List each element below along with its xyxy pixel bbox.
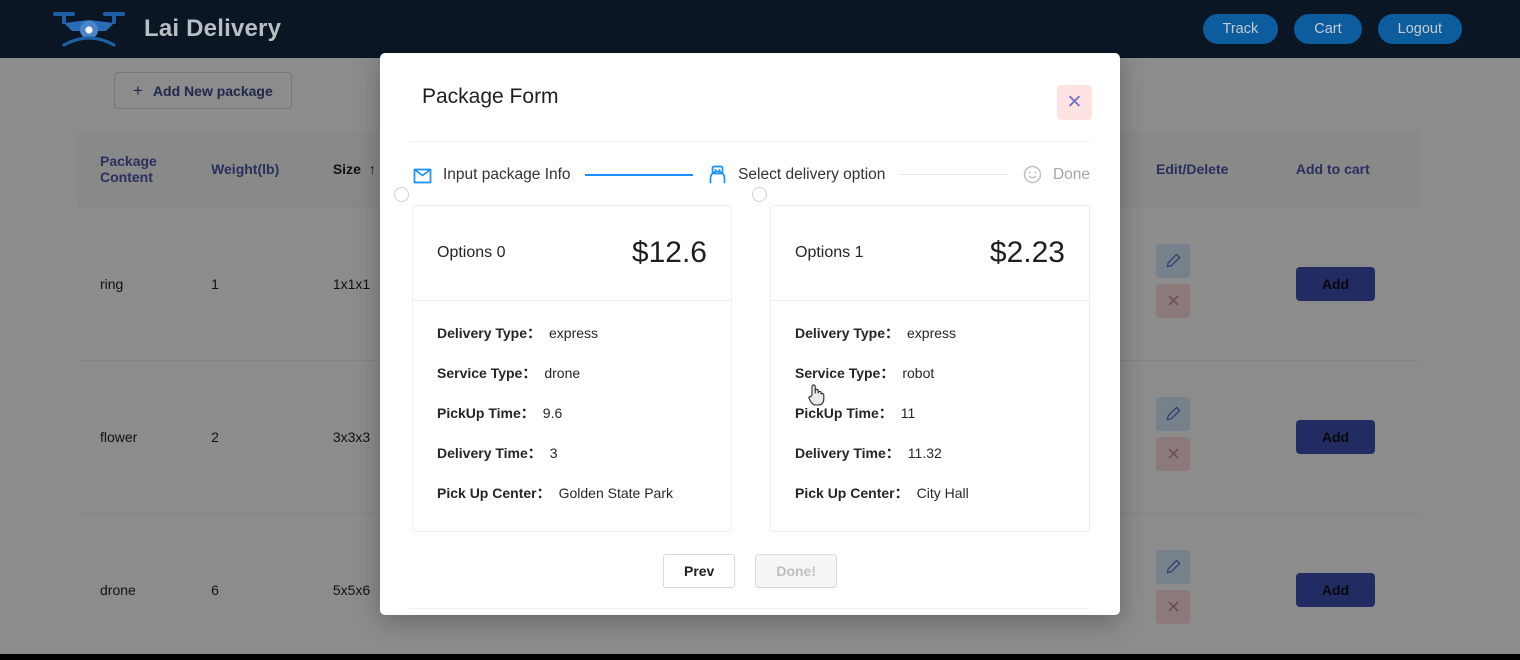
option-field-value: City Hall: [916, 485, 969, 501]
option-field: Service Type： robot: [795, 363, 1065, 383]
option-name: Options 0: [437, 244, 506, 261]
option-field-key: Service Type：: [437, 365, 537, 381]
option-field-value: drone: [544, 365, 581, 381]
option-radio-0[interactable]: [394, 187, 409, 202]
option-column: Options 1 $2.23 Delivery Type： express Servi…: [752, 187, 1090, 532]
inbox-icon: [412, 164, 433, 185]
modal-title: Package Form: [422, 85, 559, 108]
option-field-key: Delivery Time：: [795, 445, 900, 461]
modal-footer: Prev Done!: [380, 554, 1120, 588]
package-form-modal: Package Form ✕ Input package Info Select…: [380, 53, 1120, 615]
option-field-key: Pick Up Center：: [795, 485, 909, 501]
step-label-input: Input package Info: [443, 165, 571, 183]
option-field-key: Pick Up Center：: [437, 485, 551, 501]
option-field: Service Type： drone: [437, 363, 707, 383]
step-input-package-info[interactable]: Input package Info: [412, 164, 571, 185]
option-field-value: 11: [900, 405, 916, 421]
option-price: $12.6: [631, 236, 707, 269]
option-field-value: express: [549, 325, 599, 341]
option-field: Pick Up Center： City Hall: [795, 483, 1065, 503]
step-label-done: Done: [1052, 165, 1091, 183]
option-field-value: 3: [549, 445, 558, 461]
option-field-key: Delivery Type：: [795, 325, 900, 341]
option-field-value: Golden State Park: [558, 485, 673, 501]
option-field-key: PickUp Time：: [795, 405, 893, 421]
brand: Lai Delivery: [0, 7, 281, 51]
option-field-value: express: [907, 325, 957, 341]
cart-button[interactable]: Cart: [1294, 14, 1362, 44]
option-field-value: robot: [902, 365, 935, 381]
option-field-key: PickUp Time：: [437, 405, 535, 421]
logout-button[interactable]: Logout: [1377, 14, 1462, 44]
option-field: PickUp Time： 9.6: [437, 403, 707, 423]
navbar: Lai Delivery Track Cart Logout: [0, 0, 1520, 58]
option-field-value: 9.6: [542, 405, 563, 421]
option-card-body: Delivery Type： express Service Type： drone P…: [413, 301, 731, 531]
option-field: Pick Up Center： Golden State Park: [437, 483, 707, 503]
letterbox-bottom: [0, 654, 1520, 660]
option-name: Options 1: [795, 244, 864, 261]
delivery-options: Options 0 $12.6 Delivery Type： express Servi…: [380, 185, 1120, 532]
steps-progress: Input package Info Select delivery optio…: [380, 142, 1120, 185]
option-column: Options 0 $12.6 Delivery Type： express Servi…: [394, 187, 732, 532]
option-field-key: Service Type：: [795, 365, 895, 381]
done-button: Done!: [755, 554, 838, 588]
option-field: Delivery Type： express: [795, 323, 1065, 343]
drone-icon: [50, 7, 128, 51]
close-icon[interactable]: ✕: [1057, 85, 1092, 120]
option-card-1[interactable]: Options 1 $2.23 Delivery Type： express Servi…: [770, 205, 1090, 532]
prev-button[interactable]: Prev: [662, 554, 736, 588]
option-field-key: Delivery Type：: [437, 325, 542, 341]
option-field: Delivery Type： express: [437, 323, 707, 343]
nav-actions: Track Cart Logout: [1202, 14, 1520, 44]
app-screen: Lai Delivery Track Cart Logout + Add New…: [0, 0, 1520, 660]
modal-header: Package Form ✕: [380, 53, 1120, 137]
robot-icon: [707, 164, 728, 185]
option-card-header: Options 0 $12.6: [413, 206, 731, 301]
option-card-0[interactable]: Options 0 $12.6 Delivery Type： express Servi…: [412, 205, 732, 532]
step-connector-1: [584, 173, 694, 176]
step-done[interactable]: Done: [1022, 164, 1090, 185]
option-price: $2.23: [989, 236, 1065, 269]
step-connector-2: [899, 174, 1008, 175]
option-field-key: Delivery Time：: [437, 445, 542, 461]
smiley-icon: [1022, 164, 1043, 185]
option-field: Delivery Time： 11.32: [795, 443, 1065, 463]
brand-title: Lai Delivery: [144, 15, 282, 42]
track-button[interactable]: Track: [1202, 14, 1279, 44]
option-field: PickUp Time： 11: [795, 403, 1065, 423]
modal-footer-rule: [410, 608, 1090, 609]
option-field-value: 11.32: [907, 445, 942, 461]
option-radio-1[interactable]: [752, 187, 767, 202]
option-field: Delivery Time： 3: [437, 443, 707, 463]
step-select-delivery-option[interactable]: Select delivery option: [707, 164, 885, 185]
option-card-header: Options 1 $2.23: [771, 206, 1089, 301]
step-label-select: Select delivery option: [738, 165, 886, 183]
option-card-body: Delivery Type： express Service Type： robot P…: [771, 301, 1089, 531]
